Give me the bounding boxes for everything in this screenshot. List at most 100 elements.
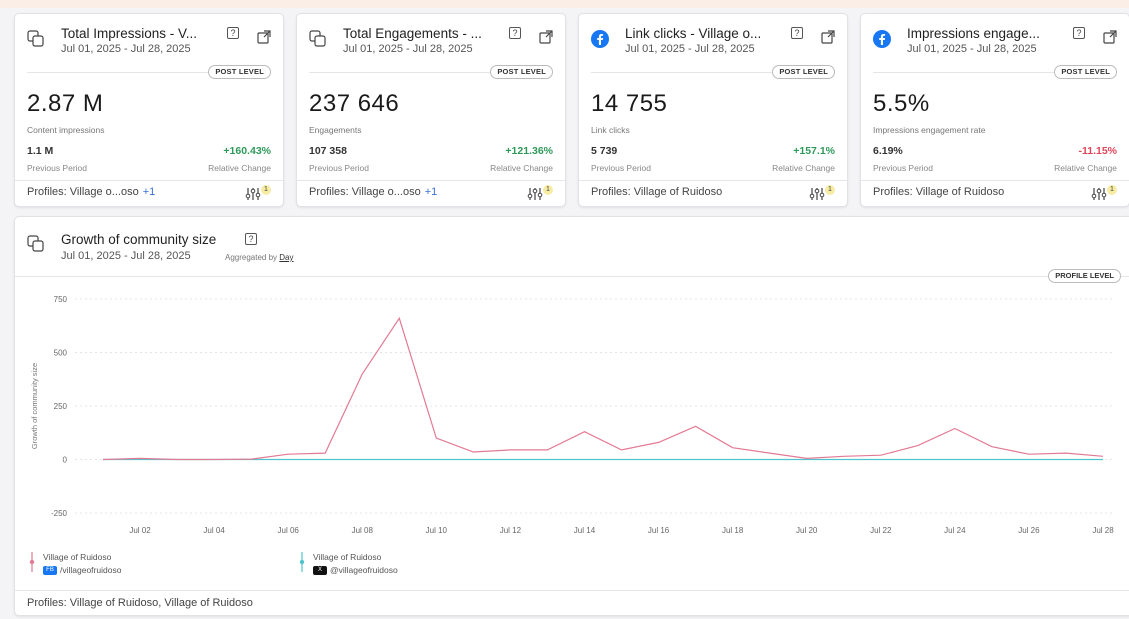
previous-period-value: 1.1 M (27, 145, 54, 157)
export-icon[interactable] (1103, 30, 1117, 44)
relative-change-label: Relative Change (1054, 163, 1117, 173)
profiles-filter[interactable]: Profiles: Village of Ruidoso (591, 186, 726, 198)
x-tick-label: Jul 04 (203, 526, 225, 535)
x-network-icon: X (313, 566, 327, 576)
relative-change-label: Relative Change (208, 163, 271, 173)
previous-period-value: 107 358 (309, 145, 347, 157)
profiles-filter[interactable]: Profiles: Village of Ruidoso (873, 186, 1008, 198)
profiles-label: Profiles: Village of Ruidoso (591, 186, 723, 198)
filter-icon[interactable]: 1 (809, 185, 835, 201)
profiles-label: Profiles: Village o...oso (27, 186, 139, 198)
previous-period-label: Previous Period (873, 163, 934, 173)
kpi-value: 237 646 (309, 90, 400, 117)
x-tick-label: Jul 02 (129, 526, 151, 535)
x-tick-label: Jul 26 (1018, 526, 1040, 535)
legend-marker (29, 552, 35, 572)
previous-period-value: 5 739 (591, 145, 618, 157)
x-tick-label: Jul 24 (944, 526, 966, 535)
handle-text: @villageofruidoso (330, 565, 398, 575)
card-title: Link clicks - Village o... (625, 26, 762, 41)
line-chart: -250 0 250 500 750 Growth of community size Ju… (30, 295, 1115, 535)
profiles-label: Profiles: Village of Ruidoso, Village of… (27, 597, 253, 609)
previous-period-label: Previous Period (591, 163, 652, 173)
export-icon[interactable] (821, 30, 835, 44)
multi-profile-icon (309, 30, 327, 48)
level-badge: POST LEVEL (208, 65, 271, 79)
divider (15, 180, 283, 181)
divider (579, 180, 847, 181)
card-date-range: Jul 01, 2025 - Jul 28, 2025 (907, 43, 1037, 55)
y-tick-label: 0 (63, 456, 68, 465)
previous-period-label: Previous Period (27, 163, 88, 173)
profiles-filter[interactable]: Profiles: Village o...oso +1 (309, 186, 437, 198)
relative-change-value: -11.15% (1078, 145, 1117, 157)
card-date-range: Jul 01, 2025 - Jul 28, 2025 (61, 43, 191, 55)
info-icon[interactable]: ? (1073, 27, 1085, 39)
divider (15, 590, 1129, 591)
filter-icon[interactable]: 1 (245, 185, 271, 201)
relative-change-value: +160.43% (223, 145, 271, 157)
kpi-sublabel: Link clicks (591, 125, 630, 135)
aggregation-day-link[interactable]: Day (279, 253, 293, 262)
chart-title: Growth of community size (61, 232, 217, 247)
x-tick-label: Jul 14 (574, 526, 596, 535)
legend-series-name: Village of Ruidoso (313, 552, 382, 562)
profiles-more-link[interactable]: +1 (143, 186, 156, 198)
x-tick-label: Jul 06 (278, 526, 300, 535)
kpi-sublabel: Impressions engagement rate (873, 125, 986, 135)
y-tick-label: -250 (51, 509, 68, 518)
handle-text: /villageofruidoso (60, 565, 122, 575)
previous-period-value: 6.19% (873, 145, 903, 157)
facebook-icon (591, 30, 609, 48)
filter-icon[interactable]: 1 (1091, 185, 1117, 201)
filter-count-badge: 1 (543, 185, 553, 195)
profiles-more-link[interactable]: +1 (425, 186, 438, 198)
facebook-network-icon: FB (43, 566, 57, 576)
card-title: Total Engagements - ... (343, 26, 482, 41)
x-tick-label: Jul 20 (796, 526, 818, 535)
kpi-sublabel: Content impressions (27, 125, 105, 135)
level-badge: POST LEVEL (772, 65, 835, 79)
y-tick-label: 750 (54, 295, 68, 304)
aggregation-control: Aggregated by Day (225, 253, 294, 262)
card-header: Total Impressions - V... ? Jul 01, 2025 … (27, 26, 271, 60)
filter-count-badge: 1 (1107, 185, 1117, 195)
card-header: Total Engagements - ... ? Jul 01, 2025 -… (309, 26, 553, 60)
aggregation-label: Aggregated by (225, 253, 278, 262)
y-tick-label: 250 (54, 402, 68, 411)
info-icon[interactable]: ? (791, 27, 803, 39)
series-line-facebook (102, 316, 1104, 461)
kpi-value: 14 755 (591, 90, 668, 117)
profiles-label: Profiles: Village o...oso (309, 186, 421, 198)
y-tick-label: 500 (54, 349, 68, 358)
kpi-sublabel: Engagements (309, 125, 362, 135)
relative-change-value: +121.36% (505, 145, 553, 157)
legend-series-handle: FB/villageofruidoso (43, 565, 122, 576)
kpi-card[interactable]: Link clicks - Village o... ? Jul 01, 202… (578, 13, 848, 207)
kpi-card[interactable]: Impressions engage... ? Jul 01, 2025 - J… (860, 13, 1129, 207)
kpi-card[interactable]: Total Engagements - ... ? Jul 01, 2025 -… (296, 13, 566, 207)
info-icon[interactable]: ? (227, 27, 239, 39)
export-icon[interactable] (539, 30, 553, 44)
relative-change-label: Relative Change (490, 163, 553, 173)
info-icon[interactable]: ? (509, 27, 521, 39)
x-tick-label: Jul 08 (352, 526, 374, 535)
legend-series-handle: X @villageofruidoso (313, 565, 398, 576)
profiles-label: Profiles: Village of Ruidoso (873, 186, 1005, 198)
growth-chart-card: Growth of community size ? Jul 01, 2025 … (14, 216, 1129, 616)
card-date-range: Jul 01, 2025 - Jul 28, 2025 (625, 43, 755, 55)
x-tick-label: Jul 28 (1092, 526, 1114, 535)
kpi-card[interactable]: Total Impressions - V... ? Jul 01, 2025 … (14, 13, 284, 207)
filter-icon[interactable]: 1 (527, 185, 553, 201)
info-icon[interactable]: ? (245, 233, 257, 245)
level-badge: POST LEVEL (490, 65, 553, 79)
previous-period-label: Previous Period (309, 163, 370, 173)
export-icon[interactable] (257, 30, 271, 44)
card-date-range: Jul 01, 2025 - Jul 28, 2025 (343, 43, 473, 55)
profiles-filter[interactable]: Profiles: Village o...oso +1 (27, 186, 155, 198)
chart-date-range: Jul 01, 2025 - Jul 28, 2025 (61, 250, 191, 262)
legend-series-name: Village of Ruidoso (43, 552, 112, 562)
x-tick-label: Jul 18 (722, 526, 744, 535)
card-header: Impressions engage... ? Jul 01, 2025 - J… (873, 26, 1117, 60)
x-tick-label: Jul 12 (500, 526, 522, 535)
